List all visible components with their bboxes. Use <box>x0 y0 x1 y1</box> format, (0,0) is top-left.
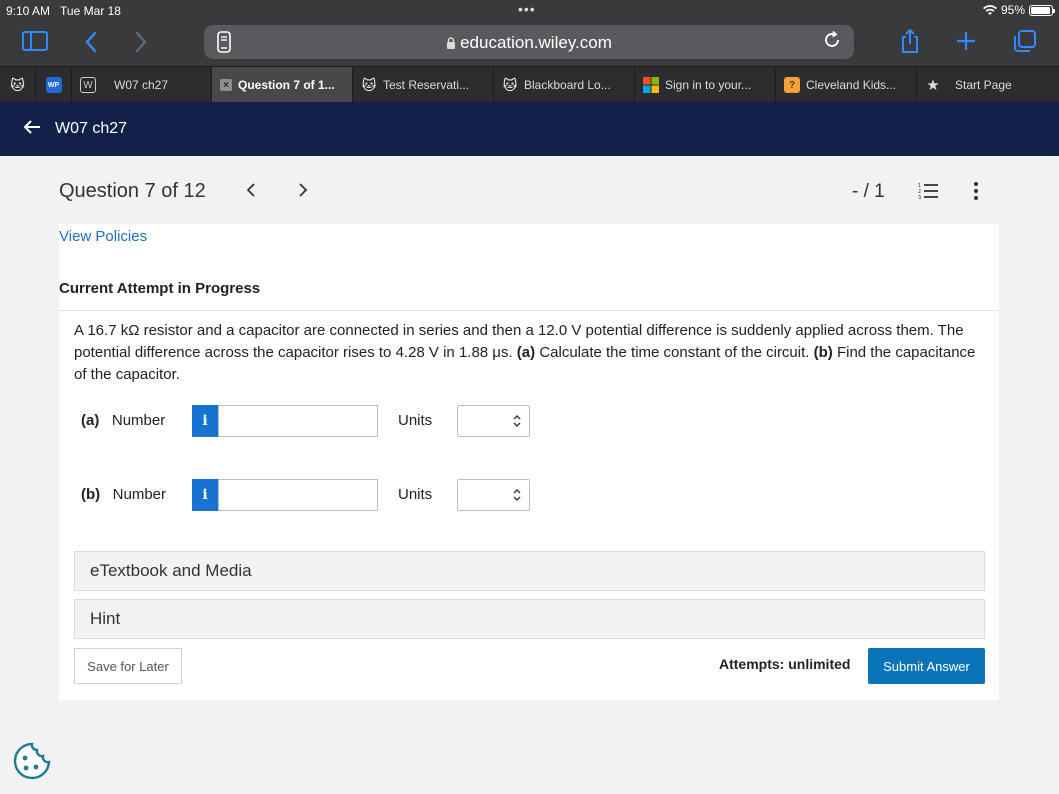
course-header: W07 ch27 <box>0 102 1059 156</box>
attempts-text: Attempts: unlimited <box>719 656 851 672</box>
answer-a-number-input[interactable] <box>218 405 378 437</box>
answer-b-info-button[interactable]: i <box>192 479 218 511</box>
question-list-icon[interactable]: 123 <box>918 182 938 200</box>
answer-a-label: (a) Number <box>81 412 166 429</box>
tab-cougar[interactable]: 🐱 <box>0 67 36 103</box>
course-title: W07 ch27 <box>55 120 128 137</box>
tabs-bar: 🐱 WP W W07 ch27 × Question 7 of 1... 🐱 T… <box>0 66 1059 103</box>
attempt-status: Current Attempt in Progress <box>59 280 261 297</box>
answer-b-number-input[interactable] <box>218 479 378 511</box>
tab-cleveland-kids[interactable]: ? Cleveland Kids... <box>776 67 917 103</box>
part-b-marker: (b) <box>813 344 833 361</box>
info-icon: i <box>202 487 208 503</box>
bookmark-orange-icon: ? <box>784 77 800 93</box>
tab-label: Test Reservati... <box>383 78 470 92</box>
next-question-icon[interactable] <box>298 181 308 199</box>
select-arrows-icon <box>513 489 521 501</box>
info-icon: i <box>202 413 208 429</box>
select-arrows-icon <box>513 415 521 427</box>
more-options-icon[interactable] <box>969 180 983 202</box>
forward-icon[interactable] <box>134 31 148 53</box>
cougar-icon: 🐱 <box>502 76 518 93</box>
problem-statement: A 16.7 kΩ resistor and a capacitor are c… <box>74 320 984 386</box>
tab-question-7[interactable]: × Question 7 of 1... <box>212 67 353 103</box>
submit-answer-button[interactable]: Submit Answer <box>868 648 985 684</box>
address-bar[interactable]: education.wiley.com <box>204 25 854 59</box>
tab-start-page[interactable]: ★ Start Page <box>917 67 1059 103</box>
answer-b-units-label: Units <box>398 486 433 503</box>
divider <box>59 310 999 311</box>
answer-a-units-select[interactable] <box>457 405 530 437</box>
star-icon: ★ <box>926 77 940 94</box>
cougar-icon: 🐱 <box>9 76 26 93</box>
cookie-icon[interactable] <box>12 741 52 781</box>
answer-b-label: (b) Number <box>81 486 167 503</box>
reload-icon[interactable] <box>822 30 842 50</box>
new-tab-icon[interactable] <box>956 31 976 51</box>
tab-wileyplus[interactable]: WP <box>36 67 72 103</box>
tab-label: Question 7 of 1... <box>238 78 335 92</box>
view-policies-link[interactable]: View Policies <box>59 228 147 245</box>
tab-microsoft-sign-in[interactable]: Sign in to your... <box>635 67 776 103</box>
close-tab-icon[interactable]: × <box>220 79 232 91</box>
browser-toolbar: education.wiley.com <box>0 22 1059 66</box>
status-bar: 9:10 AM Tue Mar 18 ••• 95% <box>0 0 1059 22</box>
svg-text:3: 3 <box>918 195 921 200</box>
etextbook-media-section[interactable]: eTextbook and Media <box>74 551 985 591</box>
battery-icon <box>1029 4 1055 16</box>
microsoft-icon <box>643 77 659 93</box>
question-title: Question 7 of 12 <box>59 180 206 202</box>
tab-label: Start Page <box>955 78 1012 92</box>
share-icon[interactable] <box>900 28 920 54</box>
answer-b-units-select[interactable] <box>457 479 530 511</box>
part-a-marker: (a) <box>516 344 536 361</box>
tab-label: W07 ch27 <box>114 78 169 92</box>
lock-icon <box>447 37 456 49</box>
battery-percent: 95% <box>1000 3 1025 17</box>
url-text: education.wiley.com <box>204 33 854 53</box>
multitasking-dots-icon[interactable]: ••• <box>518 1 536 17</box>
tabs-overview-icon[interactable] <box>1013 29 1037 53</box>
tab-w07-ch27[interactable]: W W07 ch27 <box>72 67 212 103</box>
status-time: 9:10 AM Tue Mar 18 <box>6 4 121 18</box>
hint-section[interactable]: Hint <box>74 599 985 639</box>
wileyplus-icon: WP <box>45 77 62 93</box>
tab-blackboard[interactable]: 🐱 Blackboard Lo... <box>494 67 635 103</box>
cougar-icon: 🐱 <box>361 76 377 93</box>
w-icon: W <box>80 77 96 93</box>
status-right: 95% <box>982 3 1055 17</box>
previous-question-icon[interactable] <box>246 181 256 199</box>
wifi-icon <box>982 4 997 15</box>
tab-label: Sign in to your... <box>665 78 752 92</box>
save-for-later-button[interactable]: Save for Later <box>74 648 182 684</box>
answer-a-info-button[interactable]: i <box>192 405 218 437</box>
part-a-text: Calculate the time constant of the circu… <box>539 344 810 361</box>
tab-label: Blackboard Lo... <box>524 78 611 92</box>
tab-test-reservation[interactable]: 🐱 Test Reservati... <box>353 67 494 103</box>
back-arrow-icon[interactable] <box>22 117 42 137</box>
sidebar-icon[interactable] <box>22 31 48 51</box>
back-icon[interactable] <box>84 31 98 53</box>
tab-label: Cleveland Kids... <box>806 78 897 92</box>
question-score: - / 1 <box>852 181 885 202</box>
answer-a-units-label: Units <box>398 412 433 429</box>
